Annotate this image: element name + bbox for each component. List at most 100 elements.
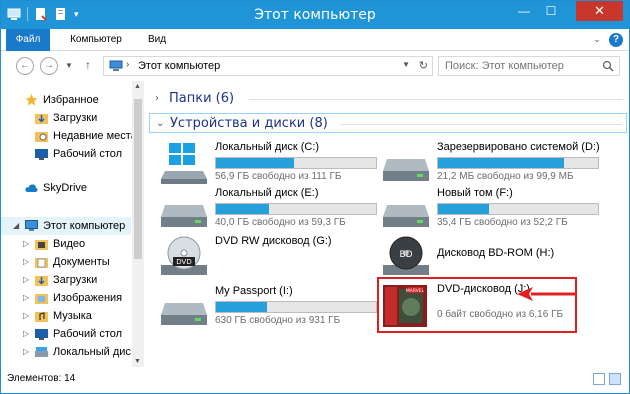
drive-usage-bar [215, 203, 377, 215]
group-divider [249, 99, 623, 100]
group-devices[interactable]: ⌄ Устройства и диски (8) [149, 113, 627, 133]
chevron-right-icon[interactable]: › [155, 89, 159, 109]
cloud-icon [25, 184, 38, 192]
sidebar-item-music[interactable]: ▷ Музыка [1, 307, 131, 325]
pictures-folder-icon [35, 294, 48, 304]
expand-icon[interactable]: ▷ [23, 253, 29, 271]
drive-item[interactable]: My Passport (I:) 630 ГБ свободно из 931 … [155, 283, 377, 333]
up-button[interactable]: ↑ [85, 58, 91, 72]
maximize-button[interactable]: ☐ [538, 1, 564, 21]
group-title: Папки (6) [169, 91, 235, 106]
computer-icon [25, 220, 38, 231]
music-folder-icon [35, 312, 48, 322]
drive-usage-fill [216, 302, 268, 312]
drive-item[interactable]: Новый том (F:) 35,4 ГБ свободно из 52,2 … [377, 185, 599, 235]
sidebar-item-this-pc[interactable]: ◢ Этот компьютер [1, 217, 131, 235]
star-icon [25, 94, 38, 106]
recent-places-icon [35, 132, 48, 142]
hard-drive-icon [161, 303, 207, 325]
navigation-pane: Избранное Загрузки Недавние места Рабочи… [1, 81, 144, 367]
downloads-folder-icon [35, 276, 48, 286]
drive-name: Новый том (F:) [437, 187, 513, 199]
sidebar-item-skydrive[interactable]: SkyDrive [1, 179, 131, 197]
sidebar-item-label: Документы [53, 256, 110, 268]
sidebar-item-local-disk[interactable]: ▷ Локальный диск [1, 343, 131, 361]
drive-usage-bar [437, 157, 599, 169]
search-icon[interactable] [602, 60, 614, 72]
sidebar-item-label: Недавние места [53, 130, 137, 142]
sidebar-item-favorites[interactable]: Избранное [1, 91, 131, 109]
minimize-button[interactable]: — [511, 1, 537, 21]
sidebar-item-label: Рабочий стол [53, 328, 123, 340]
sidebar-item-desktop-pc[interactable]: ▷ Рабочий стол [1, 325, 131, 343]
breadcrumb[interactable]: Этот компьютер [138, 60, 220, 72]
drive-name: My Passport (I:) [215, 285, 293, 297]
address-bar[interactable]: › Этот компьютер ▼ ↻ [103, 56, 433, 76]
drive-item[interactable]: Локальный диск (E:) 40,0 ГБ свободно из … [155, 185, 377, 235]
expand-icon[interactable]: ▷ [23, 307, 29, 325]
ribbon-expand-icon[interactable]: ⌄ [591, 33, 603, 45]
drive-item[interactable]: BD Дисковод BD-ROM (H:) [377, 233, 597, 283]
drive-usage-bar [215, 157, 377, 169]
tab-computer[interactable]: Компьютер [67, 29, 125, 51]
drive-free-space: 630 ГБ свободно из 931 ГБ [215, 315, 341, 326]
drive-name: Локальный диск (C:) [215, 141, 320, 153]
sidebar-item-documents[interactable]: ▷ Документы [1, 253, 131, 271]
view-switcher [593, 373, 621, 385]
close-button[interactable]: ✕ [576, 1, 623, 21]
refresh-icon[interactable]: ↻ [419, 59, 428, 72]
expand-icon[interactable]: ▷ [23, 325, 29, 343]
recent-locations-dropdown[interactable]: ▼ [65, 61, 73, 70]
drive-usage-fill [216, 158, 295, 168]
sidebar-item-label: Изображения [53, 292, 123, 304]
desktop-folder-icon [35, 329, 48, 340]
help-icon[interactable]: ? [609, 33, 623, 47]
sidebar-item-label: Этот компьютер [43, 220, 126, 232]
back-button[interactable]: ← [16, 57, 34, 75]
hard-drive-icon [383, 205, 429, 227]
sidebar-item-label: Локальный диск [53, 346, 131, 358]
red-arrow-icon [517, 287, 577, 301]
expand-icon[interactable]: ▷ [23, 289, 29, 307]
tab-file[interactable]: Файл [6, 29, 50, 51]
expand-icon[interactable]: ▷ [23, 235, 29, 253]
sidebar-item-videos[interactable]: ▷ Видео [1, 235, 131, 253]
expand-icon[interactable]: ▷ [23, 271, 29, 289]
scroll-up-icon[interactable]: ▲ [134, 83, 141, 90]
group-folders[interactable]: › Папки (6) [149, 89, 627, 109]
sidebar-item-label: Рабочий стол [53, 148, 123, 160]
scroll-down-icon[interactable]: ▼ [134, 358, 141, 365]
scrollbar-thumb[interactable] [134, 99, 142, 259]
sidebar-item-label: Избранное [43, 94, 99, 106]
chevron-down-icon[interactable]: ⌄ [156, 114, 164, 134]
forward-button[interactable]: → [40, 57, 58, 75]
drive-item[interactable]: Локальный диск (C:) 56,9 ГБ свободно из … [155, 139, 377, 189]
details-view-icon[interactable] [593, 373, 605, 385]
drive-item[interactable]: Зарезервировано системой (D:) 21,2 МБ св… [377, 139, 600, 189]
sidebar-item-recent-places[interactable]: Недавние места [1, 127, 137, 145]
sidebar-item-downloads[interactable]: Загрузки [1, 109, 131, 127]
search-box[interactable] [438, 56, 620, 76]
documents-folder-icon [35, 258, 48, 268]
sidebar-item-label: Музыка [53, 310, 92, 322]
expand-icon[interactable]: ▷ [23, 343, 29, 361]
windows-drive-icon [161, 143, 207, 184]
sidebar-item-label: SkyDrive [43, 182, 88, 194]
tab-view[interactable]: Вид [146, 29, 168, 51]
sidebar-item-downloads-pc[interactable]: ▷ Загрузки [1, 271, 131, 289]
status-bar: Элементов: 14 [1, 367, 629, 393]
large-icons-view-icon[interactable] [609, 373, 621, 385]
drive-free-space: 35,4 ГБ свободно из 52,2 ГБ [437, 217, 568, 228]
drive-usage-fill [216, 204, 269, 214]
sidebar-item-desktop[interactable]: Рабочий стол [1, 145, 131, 163]
drive-free-space: 40,0 ГБ свободно из 59,3 ГБ [215, 217, 346, 228]
breadcrumb-separator-icon[interactable]: › [126, 59, 129, 70]
drive-item[interactable]: DVD DVD RW дисковод (G:) [155, 233, 375, 283]
address-dropdown-icon[interactable]: ▼ [402, 60, 410, 69]
sidebar-item-pictures[interactable]: ▷ Изображения [1, 289, 131, 307]
sidebar-scrollbar[interactable]: ▲ ▼ [132, 81, 144, 367]
collapse-icon[interactable]: ◢ [13, 217, 19, 235]
computer-icon [109, 60, 123, 71]
bd-rom-icon: BD [383, 236, 429, 275]
search-input[interactable] [445, 60, 595, 72]
